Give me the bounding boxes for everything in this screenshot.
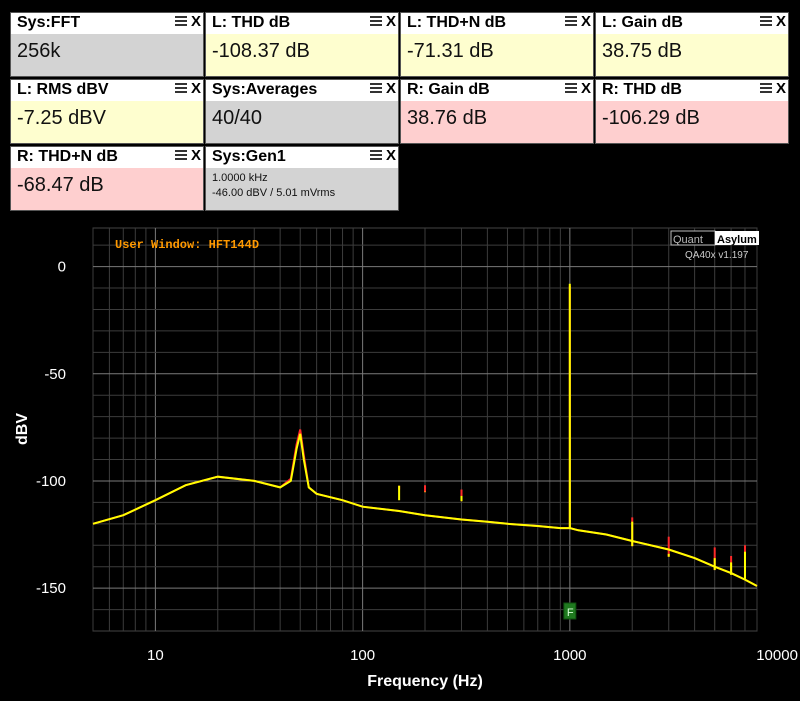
widget-header: L: THD dB X: [206, 13, 398, 34]
widget-body: 1.0000 kHz -46.00 dBV / 5.01 mVrms: [206, 168, 398, 210]
widget-body: -106.29 dB: [596, 101, 788, 143]
menu-icon[interactable]: [760, 16, 772, 30]
widget-sys-gen1: Sys:Gen1 X 1.0000 kHz -46.00 dBV / 5.01 mVr…: [205, 146, 399, 211]
widget-body: -108.37 dB: [206, 34, 398, 76]
menu-icon[interactable]: [565, 83, 577, 97]
widget-header: L: Gain dB X: [596, 13, 788, 34]
widget-header: Sys:Gen1 X: [206, 147, 398, 168]
widget-value: 256k: [17, 40, 61, 62]
widget-title: L: THD+N dB: [407, 14, 507, 31]
widget-header: L: RMS dBV X: [11, 80, 203, 101]
menu-icon[interactable]: [175, 16, 187, 30]
menu-icon[interactable]: [565, 16, 577, 30]
widget-title: R: THD dB: [602, 81, 682, 98]
widget-body: 38.75 dB: [596, 34, 788, 76]
y-tick-label: -150: [36, 580, 66, 597]
x-tick-label: 100: [350, 647, 375, 664]
widget-title: L: RMS dBV: [17, 81, 109, 98]
widget-sys-averages: Sys:Averages X 40/40: [205, 79, 399, 144]
close-icon[interactable]: X: [581, 80, 591, 97]
widget-header: L: THD+N dB X: [401, 13, 593, 34]
menu-icon[interactable]: [370, 16, 382, 30]
generator-level: -46.00 dBV / 5.01 mVrms: [212, 187, 336, 199]
widget-body: 40/40: [206, 101, 398, 143]
widget-header: R: THD+N dB X: [11, 147, 203, 168]
widget-value: 38.75 dB: [602, 40, 683, 62]
widget-r-thd-db: R: THD dB X -106.29 dB: [595, 79, 789, 144]
widget-r-thd-n-db: R: THD+N dB X -68.47 dB: [10, 146, 204, 211]
menu-icon[interactable]: [175, 150, 187, 164]
close-icon[interactable]: X: [386, 147, 396, 164]
x-tick-label: 10000: [756, 647, 798, 664]
menu-icon[interactable]: [175, 83, 187, 97]
widget-r-gain-db: R: Gain dB X 38.76 dB: [400, 79, 594, 144]
widget-body: 256k: [11, 34, 203, 76]
widget-header: Sys:FFT X: [11, 13, 203, 34]
widget-title: Sys:Gen1: [212, 148, 286, 165]
widget-title: R: Gain dB: [407, 81, 490, 98]
svg-text:Asylum: Asylum: [717, 234, 757, 246]
widget-value: 40/40: [212, 107, 263, 129]
widget-value: -7.25 dBV: [17, 107, 106, 129]
widget-title: L: Gain dB: [602, 14, 683, 31]
widget-title: Sys:Averages: [212, 81, 318, 98]
spectrum-chart: 10 100 1000 10000 0 -50 -100 -150 User Window: …: [14, 227, 798, 690]
widget-l-gain-db: L: Gain dB X 38.75 dB: [595, 12, 789, 77]
y-tick-label: 0: [58, 259, 66, 276]
x-axis-label: Frequency (Hz): [367, 673, 483, 690]
widget-header: R: THD dB X: [596, 80, 788, 101]
widget-value: -71.31 dB: [407, 40, 494, 62]
widget-body: 38.76 dB: [401, 101, 593, 143]
close-icon[interactable]: X: [191, 147, 201, 164]
widget-value: -108.37 dB: [212, 40, 310, 62]
widget-header: Sys:Averages X: [206, 80, 398, 101]
menu-icon[interactable]: [370, 150, 382, 164]
close-icon[interactable]: X: [386, 13, 396, 30]
y-axis-label: dBV: [14, 413, 31, 445]
close-icon[interactable]: X: [776, 80, 786, 97]
x-tick-label: 1000: [553, 647, 586, 664]
svg-text:F: F: [567, 607, 574, 619]
widget-body: -71.31 dB: [401, 34, 593, 76]
widget-body: -68.47 dB: [11, 168, 203, 210]
widget-title: L: THD dB: [212, 14, 291, 31]
x-tick-label: 10: [147, 647, 164, 664]
y-tick-label: -100: [36, 473, 66, 490]
close-icon[interactable]: X: [191, 80, 201, 97]
widget-header: R: Gain dB X: [401, 80, 593, 101]
generator-frequency: 1.0000 kHz: [212, 172, 268, 184]
frequency-marker[interactable]: F: [563, 602, 577, 620]
widget-sys-fft: Sys:FFT X 256k: [10, 12, 204, 77]
widget-value: -68.47 dB: [17, 174, 104, 196]
menu-icon[interactable]: [760, 83, 772, 97]
close-icon[interactable]: X: [386, 80, 396, 97]
svg-text:QA40x v1.197: QA40x v1.197: [685, 250, 749, 261]
menu-icon[interactable]: [370, 83, 382, 97]
widget-body: -7.25 dBV: [11, 101, 203, 143]
svg-text:Quant: Quant: [673, 234, 703, 246]
widget-value: -106.29 dB: [602, 107, 700, 129]
close-icon[interactable]: X: [191, 13, 201, 30]
widget-l-rms-dbv: L: RMS dBV X -7.25 dBV: [10, 79, 204, 144]
widget-l-thd-db: L: THD dB X -108.37 dB: [205, 12, 399, 77]
window-label: User Window: HFT144D: [115, 238, 259, 252]
widget-title: R: THD+N dB: [17, 148, 118, 165]
close-icon[interactable]: X: [776, 13, 786, 30]
widget-title: Sys:FFT: [17, 14, 81, 31]
y-tick-label: -50: [44, 366, 66, 383]
widget-value: 38.76 dB: [407, 107, 488, 129]
widget-l-thd-n-db: L: THD+N dB X -71.31 dB: [400, 12, 594, 77]
close-icon[interactable]: X: [581, 13, 591, 30]
